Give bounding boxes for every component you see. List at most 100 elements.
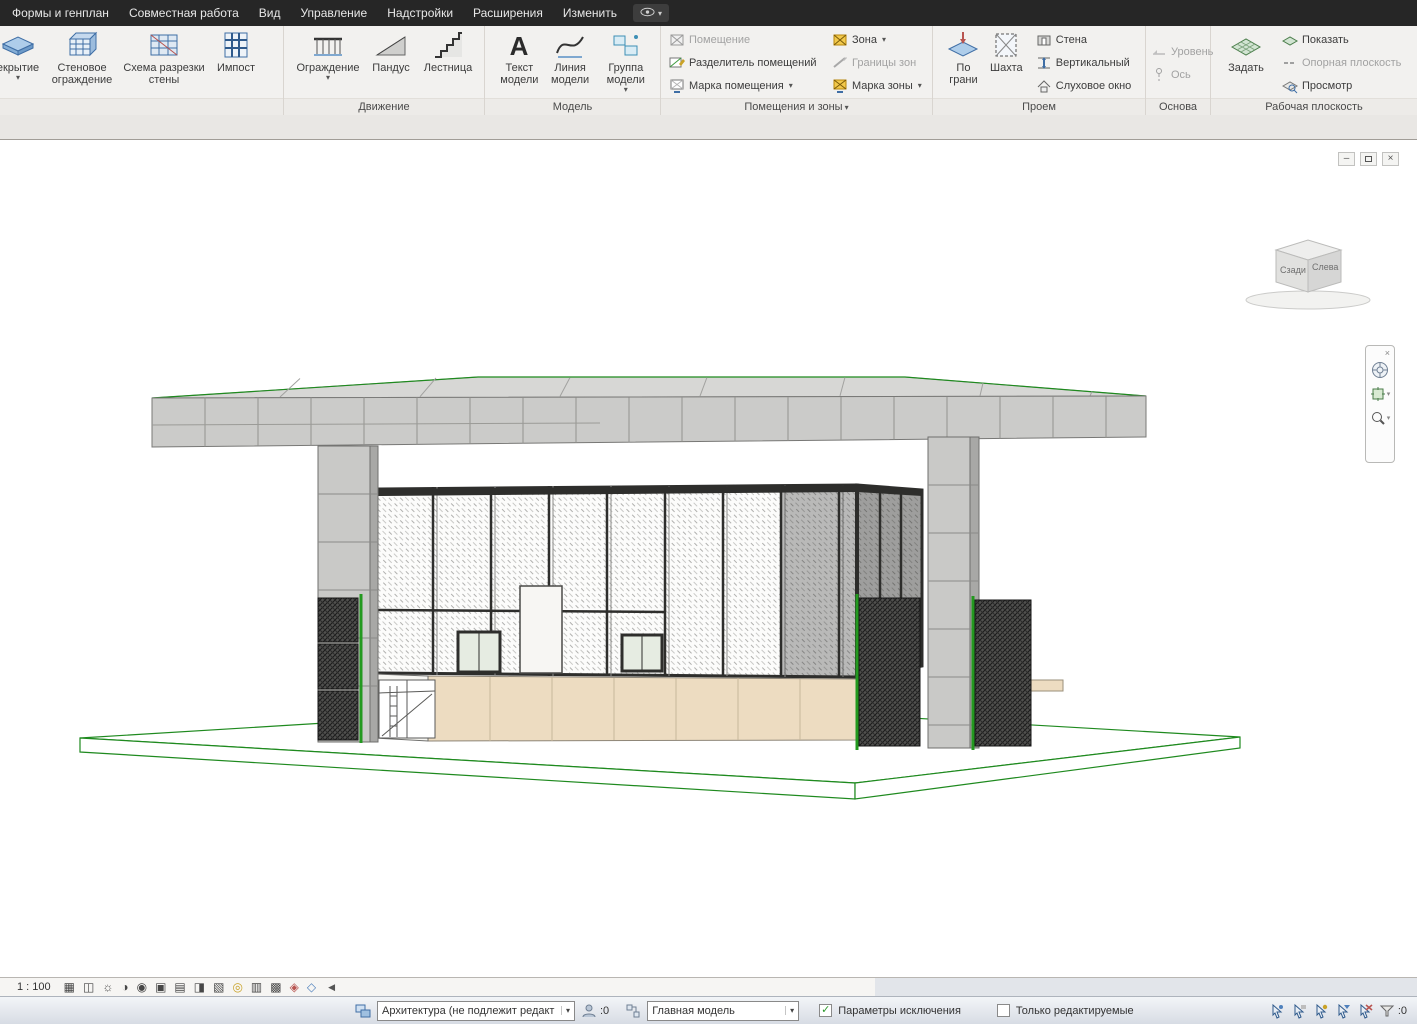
hide-isolate-icon[interactable]: ▧ bbox=[213, 978, 224, 996]
analytical-model-icon[interactable]: ◈ bbox=[290, 978, 299, 996]
ramp-button[interactable]: Пандус bbox=[364, 27, 418, 74]
ribbon-panel-circulation: Ограждение ▾ Пандус Лестница Движение bbox=[284, 26, 485, 115]
select-pinned-icon[interactable] bbox=[1313, 1003, 1329, 1019]
grid-button[interactable]: Ось bbox=[1148, 63, 1210, 86]
panel-label-model[interactable]: Модель bbox=[485, 98, 660, 115]
opening-wall-button[interactable]: Стена bbox=[1033, 28, 1142, 51]
visual-style-icon[interactable]: ◫ bbox=[83, 978, 94, 996]
mullion-button[interactable]: Импост bbox=[211, 27, 261, 74]
fence-left[interactable] bbox=[317, 594, 363, 743]
minimize-icon[interactable]: – bbox=[1338, 152, 1355, 166]
crop-region-icon[interactable]: ▤ bbox=[174, 978, 185, 996]
close-icon[interactable]: × bbox=[1382, 152, 1399, 166]
base-wall[interactable] bbox=[374, 673, 858, 742]
room-tag-button[interactable]: Марка помещения ▾ bbox=[666, 74, 824, 97]
model-line-button[interactable]: Линия модели bbox=[546, 27, 595, 86]
menu-item-modify[interactable]: Изменить bbox=[553, 1, 627, 25]
dropdown-caret-icon: ▾ bbox=[1386, 391, 1391, 398]
shaft-button-label: Шахта bbox=[990, 62, 1023, 74]
filter-icon[interactable] bbox=[1379, 1003, 1395, 1019]
area-tag-button[interactable]: Марка зоны ▾ bbox=[829, 74, 929, 97]
shaft-button[interactable]: Шахта bbox=[986, 27, 1027, 74]
wall-sweep-button[interactable]: Стеновое ограждение bbox=[47, 27, 117, 86]
panel-label-opening[interactable]: Проем bbox=[933, 98, 1145, 115]
column-right[interactable] bbox=[927, 436, 980, 749]
panel-label-text: Движение bbox=[358, 101, 410, 113]
shadows-icon[interactable]: ◑ bbox=[121, 978, 128, 996]
navbar-close-icon[interactable]: × bbox=[1381, 348, 1394, 358]
set-workplane-button[interactable]: Задать bbox=[1221, 27, 1271, 74]
restore-icon[interactable] bbox=[1360, 152, 1377, 166]
worksets-icon[interactable] bbox=[355, 1003, 371, 1019]
panel-label-text: Основа bbox=[1158, 101, 1198, 113]
dropdown-caret-icon: ▾ bbox=[1386, 415, 1391, 422]
area-boundary-button[interactable]: Границы зон bbox=[829, 51, 929, 74]
viewcube[interactable]: Сзади Слева bbox=[1245, 239, 1371, 310]
viewcube-back-label[interactable]: Сзади bbox=[1280, 265, 1306, 275]
curtain-wall[interactable] bbox=[373, 483, 924, 679]
room-separator-button[interactable]: Разделитель помещений bbox=[666, 51, 824, 74]
model-canvas[interactable]: Сзади Слева bbox=[0, 140, 1417, 977]
steering-wheel-icon[interactable] bbox=[1369, 358, 1391, 382]
show-workplane-button[interactable]: Показать bbox=[1279, 28, 1407, 51]
constraints-icon[interactable]: ◇ bbox=[307, 978, 316, 996]
design-option-dropdown[interactable]: Главная модель ▾ bbox=[647, 1000, 800, 1021]
panel-label-construct[interactable] bbox=[0, 98, 283, 115]
dormer-button[interactable]: Слуховое окно bbox=[1033, 74, 1142, 97]
panel-label-circulation[interactable]: Движение bbox=[284, 98, 484, 115]
panel-label-workplane[interactable]: Рабочая плоскость bbox=[1211, 98, 1417, 115]
editing-requests-icon[interactable] bbox=[581, 1003, 597, 1019]
editable-only-checkbox[interactable] bbox=[996, 1004, 1010, 1017]
pan-icon[interactable]: ▾ bbox=[1369, 382, 1391, 406]
railing-button[interactable]: Ограждение ▾ bbox=[292, 27, 364, 82]
model-group-button[interactable]: Группа модели ▾ bbox=[595, 27, 657, 94]
menu-item-manage[interactable]: Управление bbox=[290, 1, 377, 25]
menu-item-extensions[interactable]: Расширения bbox=[463, 1, 553, 25]
menu-item-massing-site[interactable]: Формы и генплан bbox=[2, 1, 119, 25]
drawing-area[interactable]: – × × ▾ ▾ Сзади Слева bbox=[0, 140, 1417, 977]
grid-button-label: Ось bbox=[1171, 68, 1191, 81]
wall-reveal-button[interactable]: Схема разрезки стены bbox=[117, 27, 211, 86]
menu-item-collaborate[interactable]: Совместная работа bbox=[119, 1, 249, 25]
area-button[interactable]: Зона ▾ bbox=[829, 28, 929, 51]
opening-vertical-button[interactable]: Вертикальный bbox=[1033, 51, 1142, 74]
view-properties-icon[interactable]: ▩ bbox=[270, 978, 281, 996]
zoom-icon[interactable]: ▾ bbox=[1369, 406, 1391, 430]
model-text-button[interactable]: A Текст модели bbox=[493, 27, 546, 86]
select-links-icon[interactable] bbox=[1269, 1003, 1285, 1019]
crop-view-icon[interactable]: ▣ bbox=[155, 978, 166, 996]
ribbon-panel-workplane: Задать Показать Опорная плоскость Просмо… bbox=[1211, 26, 1417, 115]
panel-label-rooms[interactable]: Помещения и зоны ▾ bbox=[661, 98, 932, 115]
design-options-icon[interactable] bbox=[625, 1003, 641, 1019]
workplane-viewer-button-label: Просмотр bbox=[1302, 79, 1353, 92]
filter-count: :0 bbox=[1397, 1004, 1407, 1017]
sun-path-icon[interactable]: ☼ bbox=[102, 978, 113, 996]
opening-by-face-button[interactable]: По грани bbox=[941, 27, 986, 86]
panel-label-datum[interactable]: Основа bbox=[1146, 98, 1210, 115]
reveal-hidden-icon[interactable]: ◎ bbox=[232, 978, 242, 996]
active-workset-dropdown[interactable]: Архитектура (не подлежит редакт ▾ bbox=[377, 1000, 575, 1021]
select-by-face-icon[interactable] bbox=[1335, 1003, 1351, 1019]
exclusion-options-checkbox[interactable]: ✓ bbox=[819, 1004, 833, 1017]
detail-level-icon[interactable]: ▦ bbox=[64, 978, 75, 996]
rendering-dialog-icon[interactable]: ◉ bbox=[137, 978, 147, 996]
vertical-opening-icon bbox=[1036, 55, 1052, 71]
collapse-arrow-icon[interactable]: ◀ bbox=[328, 982, 335, 993]
level-button[interactable]: Уровень bbox=[1148, 40, 1213, 63]
floor-button[interactable]: екрытие ▾ bbox=[0, 27, 47, 82]
lock-3d-icon[interactable]: ◨ bbox=[194, 978, 205, 996]
workplane-viewer-button[interactable]: Просмотр bbox=[1279, 74, 1407, 97]
menu-extra-button[interactable]: ▾ bbox=[632, 4, 669, 22]
scale-button[interactable]: 1 : 100 bbox=[12, 980, 56, 994]
room-button[interactable]: Помещение bbox=[666, 28, 824, 51]
drag-on-selection-icon[interactable] bbox=[1357, 1003, 1373, 1019]
worksharing-display-icon[interactable]: ▥ bbox=[251, 978, 262, 996]
ribbon: екрытие ▾ Стеновое ограждение Схема разр… bbox=[0, 26, 1417, 115]
select-underlay-icon[interactable] bbox=[1291, 1003, 1307, 1019]
stair-button[interactable]: Лестница bbox=[418, 27, 478, 74]
viewcube-left-label[interactable]: Слева bbox=[1312, 262, 1338, 272]
roof-slab[interactable] bbox=[151, 376, 1147, 448]
menu-item-view[interactable]: Вид bbox=[249, 1, 291, 25]
ref-plane-button[interactable]: Опорная плоскость bbox=[1279, 51, 1407, 74]
menu-item-addins[interactable]: Надстройки bbox=[377, 1, 463, 25]
